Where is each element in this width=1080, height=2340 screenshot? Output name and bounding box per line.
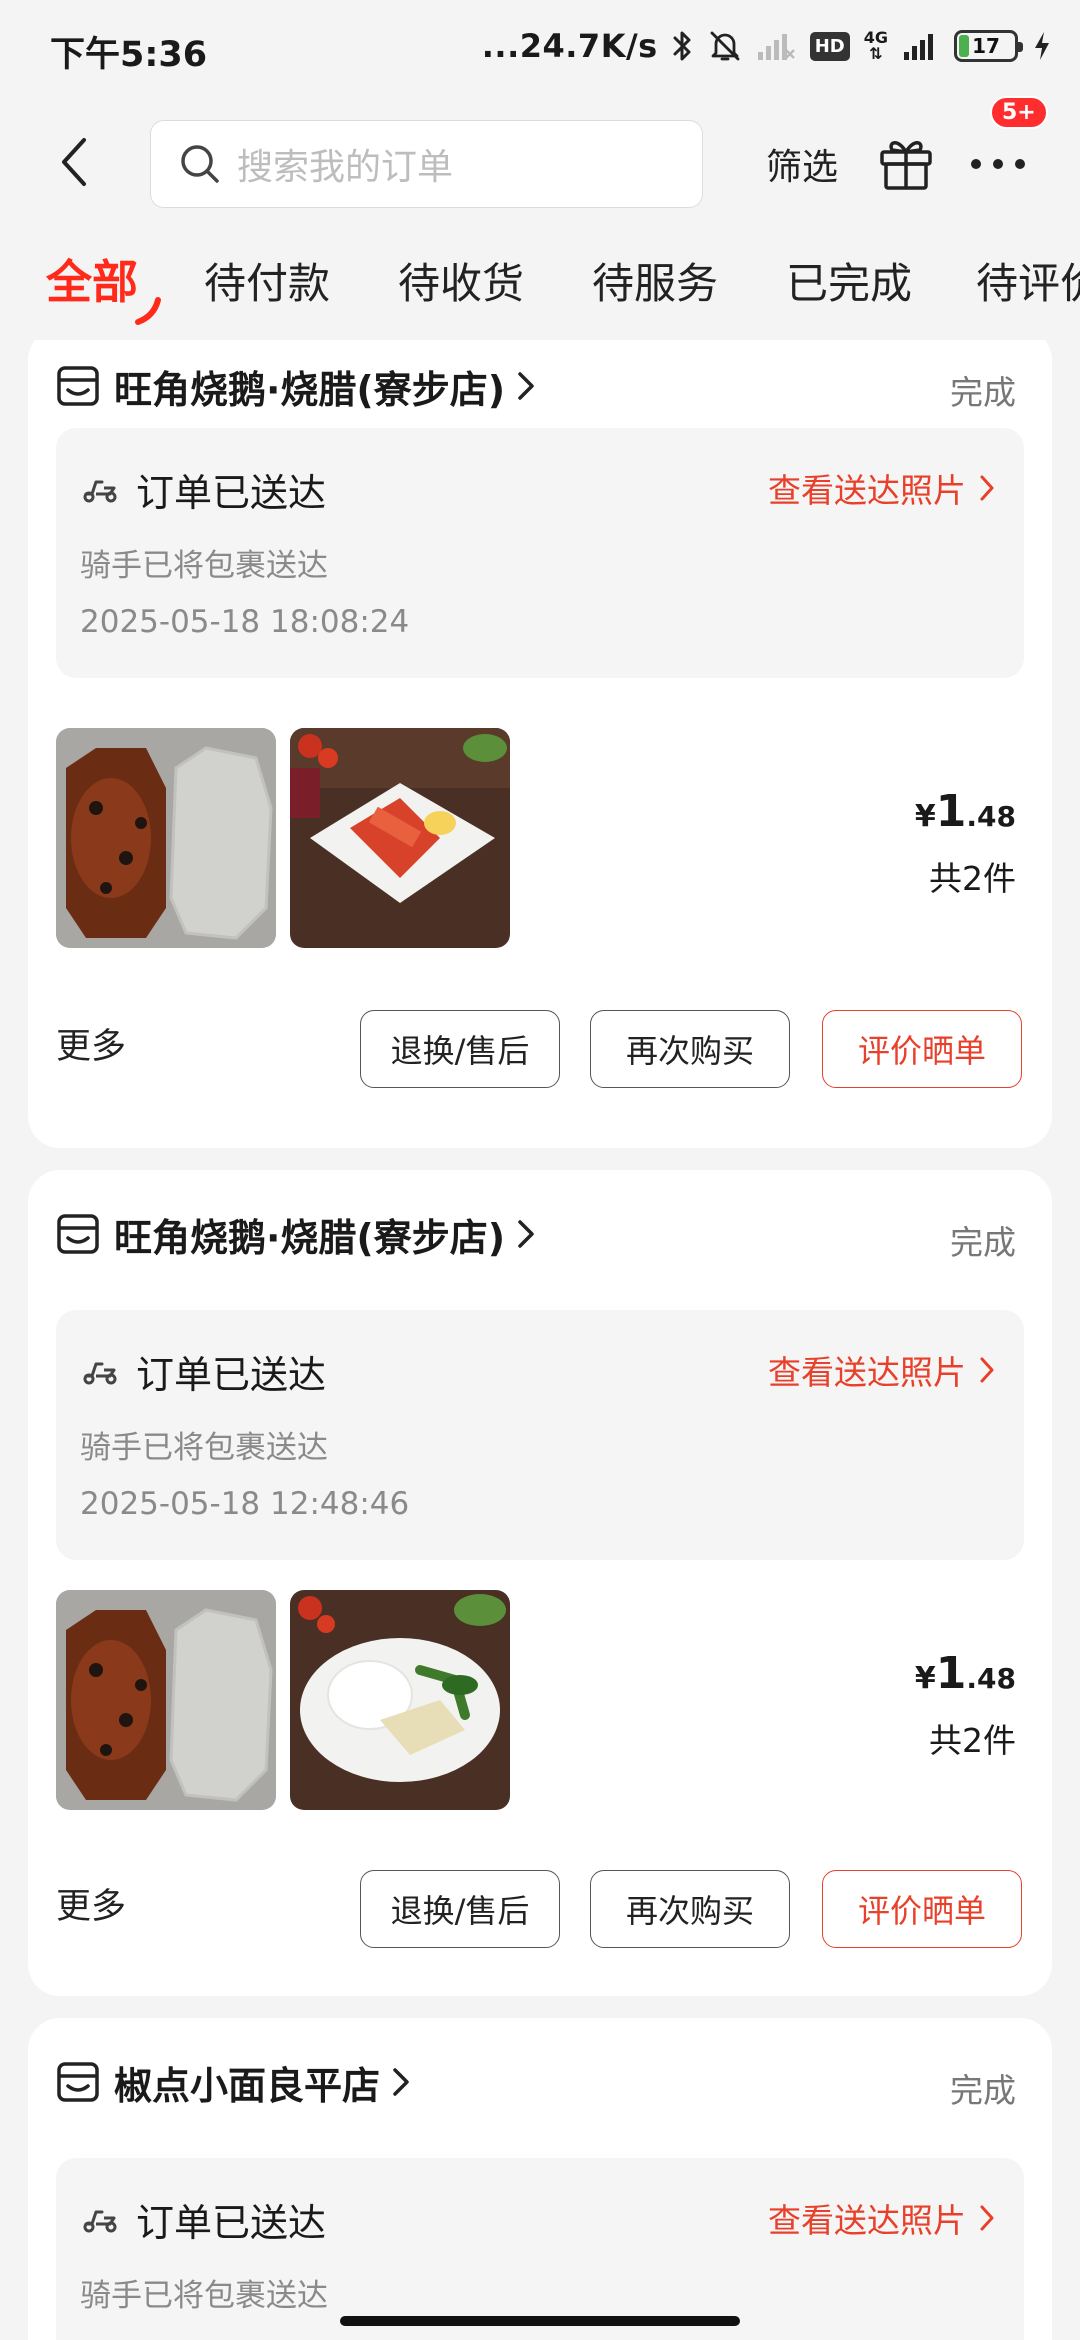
- order-card-1[interactable]: 旺角烧鹅·烧腊(寮步店) 完成 订单已送达 查看送达照片 骑手已将包裹送达 20…: [28, 328, 1052, 1148]
- more-icon[interactable]: [966, 132, 1030, 192]
- store-icon: [57, 1214, 99, 1254]
- battery-level: 17: [972, 34, 1000, 58]
- view-delivery-photo-link[interactable]: 查看送达照片: [768, 2194, 994, 2242]
- bluetooth-icon: [673, 31, 691, 61]
- order-status: 完成: [950, 373, 1016, 412]
- battery-cap: [1018, 42, 1023, 52]
- review-button[interactable]: 评价晒单: [822, 1870, 1022, 1948]
- delivery-box[interactable]: 订单已送达 查看送达照片 骑手已将包裹送达: [56, 2158, 1024, 2340]
- chevron-right-icon: [980, 475, 994, 501]
- delivery-link-label: 查看送达照片: [768, 1353, 966, 1392]
- network-type: 4G ⇅: [863, 28, 888, 63]
- filter-button[interactable]: 筛选: [766, 138, 838, 190]
- order-price: ¥1.48: [915, 1648, 1016, 1699]
- charging-icon: [1035, 32, 1049, 60]
- price-decimal: .48: [966, 800, 1016, 833]
- price-integer: 1: [935, 786, 967, 837]
- more-link[interactable]: 更多: [56, 1878, 126, 1929]
- order-quantity: 共2件: [929, 859, 1016, 898]
- product-thumbnail[interactable]: [56, 1590, 276, 1810]
- delivery-subtitle: 骑手已将包裹送达: [80, 548, 328, 584]
- signal-icon: [904, 34, 933, 60]
- order-status: 完成: [950, 1223, 1016, 1262]
- product-thumbnail[interactable]: [56, 728, 276, 948]
- search-placeholder: 搜索我的订单: [237, 147, 454, 188]
- chevron-right-icon: [518, 372, 534, 400]
- home-indicator[interactable]: [340, 2316, 740, 2326]
- order-tabs: 全部 待付款 待收货 待服务 已完成 待评价: [0, 250, 1080, 330]
- review-button[interactable]: 评价晒单: [822, 1010, 1022, 1088]
- price-symbol: ¥: [914, 1661, 936, 1696]
- price-symbol: ¥: [914, 799, 936, 834]
- scooter-icon: [83, 1362, 117, 1385]
- tab-pending-receipt[interactable]: 待收货: [398, 250, 524, 311]
- store-name[interactable]: 椒点小面良平店: [114, 2055, 380, 2110]
- order-card-2[interactable]: 旺角烧鹅·烧腊(寮步店) 完成 订单已送达 查看送达照片 骑手已将包裹送达 20…: [28, 1170, 1052, 1996]
- product-thumbnail[interactable]: [290, 1590, 510, 1810]
- signal-weak-icon: [757, 34, 795, 60]
- back-arrow-icon[interactable]: [50, 130, 100, 194]
- tab-pending-review[interactable]: 待评价: [976, 250, 1080, 311]
- mute-bell-icon: [710, 31, 740, 61]
- delivery-title: 订单已送达: [136, 471, 327, 515]
- delivery-time: 2025-05-18 12:48:46: [80, 1486, 410, 1522]
- status-bar: 下午5:36 ...24.7K/s HD 4G ⇅ 17: [0, 0, 1080, 96]
- more-link[interactable]: 更多: [56, 1018, 126, 1069]
- delivery-subtitle: 骑手已将包裹送达: [80, 2278, 328, 2314]
- delivery-box[interactable]: 订单已送达 查看送达照片 骑手已将包裹送达 2025-05-18 12:48:4…: [56, 1310, 1024, 1560]
- return-aftersale-button[interactable]: 退换/售后: [360, 1870, 560, 1948]
- status-icons: ...24.7K/s HD 4G ⇅ 17: [482, 24, 1052, 68]
- chevron-right-icon: [518, 1220, 534, 1248]
- hd-badge: HD: [809, 31, 850, 61]
- scooter-icon: [83, 480, 117, 503]
- return-aftersale-button[interactable]: 退换/售后: [360, 1010, 560, 1088]
- tab-completed[interactable]: 已完成: [786, 250, 912, 311]
- status-time: 下午5:36: [50, 35, 208, 75]
- tab-pending-payment[interactable]: 待付款: [204, 250, 330, 311]
- view-delivery-photo-link[interactable]: 查看送达照片: [768, 1346, 994, 1394]
- search-icon: [181, 145, 219, 183]
- store-icon: [57, 366, 99, 406]
- buy-again-button[interactable]: 再次购买: [590, 1010, 790, 1088]
- store-icon: [57, 2062, 99, 2102]
- buy-again-button[interactable]: 再次购买: [590, 1870, 790, 1948]
- store-name[interactable]: 旺角烧鹅·烧腊(寮步店): [114, 359, 505, 414]
- store-name[interactable]: 旺角烧鹅·烧腊(寮步店): [114, 1207, 505, 1262]
- product-thumbnail[interactable]: [290, 728, 510, 948]
- active-tab-indicator: [135, 297, 161, 325]
- search-input[interactable]: 搜索我的订单: [150, 120, 703, 208]
- order-status: 完成: [950, 2071, 1016, 2110]
- top-area: 下午5:36 ...24.7K/s HD 4G ⇅ 17 搜索我的订单 筛选 5+: [0, 0, 1080, 340]
- order-price: ¥1.48: [915, 786, 1016, 837]
- delivery-link-label: 查看送达照片: [768, 471, 966, 510]
- chevron-right-icon: [393, 2068, 409, 2096]
- chevron-right-icon: [980, 2205, 994, 2231]
- chevron-right-icon: [980, 1357, 994, 1383]
- view-delivery-photo-link[interactable]: 查看送达照片: [768, 464, 994, 512]
- network-speed: ...24.7K/s: [481, 27, 658, 65]
- price-integer: 1: [935, 1648, 967, 1699]
- scooter-icon: [83, 2210, 117, 2233]
- message-badge: 5+: [990, 96, 1048, 129]
- order-card-3[interactable]: 椒点小面良平店 完成 订单已送达 查看送达照片 骑手已将包裹送达: [28, 2018, 1052, 2340]
- delivery-time: 2025-05-18 18:08:24: [80, 604, 410, 640]
- delivery-box[interactable]: 订单已送达 查看送达照片 骑手已将包裹送达 2025-05-18 18:08:2…: [56, 428, 1024, 678]
- order-quantity: 共2件: [929, 1721, 1016, 1760]
- tab-pending-service[interactable]: 待服务: [592, 250, 718, 311]
- store-row[interactable]: 椒点小面良平店: [56, 2046, 1024, 2118]
- price-decimal: .48: [966, 1662, 1016, 1695]
- store-row[interactable]: 旺角烧鹅·烧腊(寮步店): [56, 350, 1024, 422]
- delivery-subtitle: 骑手已将包裹送达: [80, 1430, 328, 1466]
- delivery-link-label: 查看送达照片: [768, 2201, 966, 2240]
- network-type-label: 4G: [863, 28, 888, 47]
- store-row[interactable]: 旺角烧鹅·烧腊(寮步店): [56, 1198, 1024, 1270]
- header: 搜索我的订单 筛选 5+: [0, 96, 1080, 212]
- delivery-title: 订单已送达: [136, 1353, 327, 1397]
- battery-icon: 17: [954, 30, 1023, 62]
- delivery-title: 订单已送达: [136, 2201, 327, 2245]
- gift-icon[interactable]: [878, 132, 934, 192]
